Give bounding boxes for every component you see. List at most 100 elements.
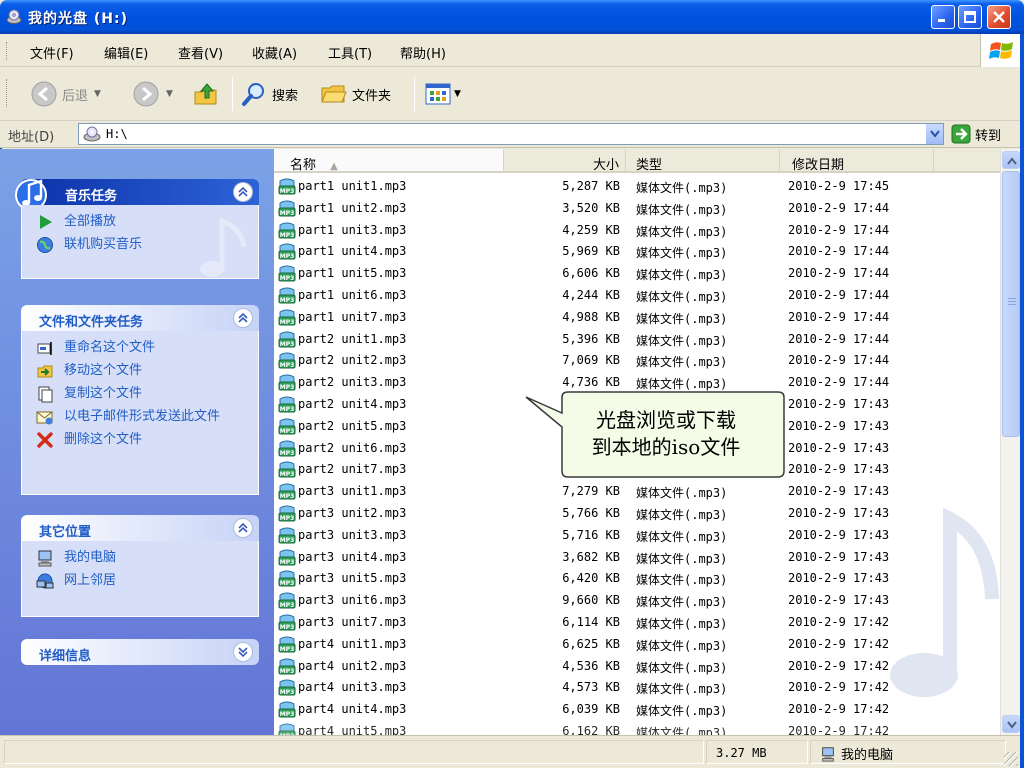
up-folder-icon: [194, 83, 217, 105]
menu-edit[interactable]: 编辑(E): [104, 43, 148, 62]
file-row[interactable]: MP3 part3 unit2.mp3 5,766 KB 媒体文件(.mp3) 2010…: [274, 502, 1000, 524]
music-tasks-header[interactable]: 音乐任务: [15, 179, 259, 211]
address-dropdown-button[interactable]: [925, 124, 943, 144]
file-row[interactable]: MP3 part2 unit3.mp3 4,736 KB 媒体文件(.mp3) 2010…: [274, 371, 1000, 393]
task-copy-file[interactable]: 复制这个文件: [36, 385, 252, 403]
vertical-scrollbar[interactable]: [1000, 149, 1020, 735]
menu-view[interactable]: 查看(V): [178, 43, 223, 62]
file-row[interactable]: MP3 part4 unit1.mp3 6,625 KB 媒体文件(.mp3) 2010…: [274, 633, 1000, 655]
delete-icon: [37, 432, 53, 448]
file-row[interactable]: MP3 part1 unit1.mp3 5,287 KB 媒体文件(.mp3) 2010…: [274, 175, 1000, 197]
music-tasks-collapse-button[interactable]: [233, 182, 253, 202]
minimize-icon: [938, 19, 945, 22]
file-tasks-body: 重命名这个文件 移动这个文件 复制这个文件 以电子邮件形式发送此文件 删除这个文…: [21, 331, 259, 495]
task-email-file[interactable]: 以电子邮件形式发送此文件: [36, 408, 252, 426]
callout-text: 光盘浏览或下载 到本地的iso文件: [566, 407, 766, 461]
file-row[interactable]: MP3 part3 unit5.mp3 6,420 KB 媒体文件(.mp3) 2010…: [274, 567, 1000, 589]
file-date: 2010-2-9 17:43: [788, 593, 890, 608]
other-places-collapse-button[interactable]: [233, 518, 253, 538]
task-buy-music-label: 联机购买音乐: [64, 237, 143, 252]
other-places-header[interactable]: 其它位置: [21, 515, 259, 541]
views-button[interactable]: ▼: [424, 79, 461, 109]
mp3-file-icon: MP3: [278, 309, 296, 326]
resize-grip[interactable]: [1004, 752, 1018, 766]
file-size: 5,287 KB: [562, 179, 620, 193]
menu-file[interactable]: 文件(F): [30, 43, 74, 62]
file-type: 媒体文件(.mp3): [636, 377, 728, 392]
column-header-date[interactable]: 修改日期: [780, 149, 934, 173]
file-row[interactable]: MP3 part1 unit3.mp3 4,259 KB 媒体文件(.mp3) 2010…: [274, 219, 1000, 241]
file-type: 媒体文件(.mp3): [636, 573, 728, 588]
file-tasks-collapse-button[interactable]: [233, 308, 253, 328]
file-date: 2010-2-9 17:45: [788, 179, 890, 193]
place-my-computer[interactable]: 我的电脑: [36, 549, 252, 567]
file-row[interactable]: MP3 part3 unit7.mp3 6,114 KB 媒体文件(.mp3) 2010…: [274, 611, 1000, 633]
close-button[interactable]: [987, 5, 1011, 29]
file-type: 媒体文件(.mp3): [636, 246, 728, 261]
go-button[interactable]: 转到: [951, 124, 1001, 144]
file-row[interactable]: MP3 part2 unit2.mp3 7,069 KB 媒体文件(.mp3) 2010…: [274, 349, 1000, 371]
search-button[interactable]: 搜索: [240, 79, 298, 109]
title-bar[interactable]: 我的光盘 (H:): [0, 0, 1024, 34]
menu-help[interactable]: 帮助(H): [400, 43, 446, 62]
music-note-watermark-icon: [200, 217, 247, 277]
menu-grip[interactable]: [6, 42, 9, 60]
back-button[interactable]: 后退 ▼: [30, 79, 101, 109]
mp3-file-icon: MP3: [278, 243, 296, 260]
file-row[interactable]: MP3 part3 unit1.mp3 7,279 KB 媒体文件(.mp3) 2010…: [274, 480, 1000, 502]
status-segment-main: [4, 740, 704, 764]
file-row[interactable]: MP3 part4 unit3.mp3 4,573 KB 媒体文件(.mp3) 2010…: [274, 676, 1000, 698]
views-dropdown-icon[interactable]: ▼: [454, 89, 461, 99]
my-computer-icon: [38, 550, 52, 567]
column-header-size[interactable]: 大小: [504, 149, 626, 173]
file-row[interactable]: MP3 part1 unit2.mp3 3,520 KB 媒体文件(.mp3) 2010…: [274, 197, 1000, 219]
svg-text:MP3: MP3: [280, 471, 295, 478]
minimize-button[interactable]: [931, 5, 955, 29]
file-row[interactable]: MP3 part4 unit2.mp3 4,536 KB 媒体文件(.mp3) 2010…: [274, 655, 1000, 677]
status-location: 我的电脑: [820, 744, 893, 763]
svg-text:MP3: MP3: [280, 602, 295, 609]
forward-button[interactable]: ▼: [132, 79, 173, 109]
menu-tools[interactable]: 工具(T): [328, 43, 372, 62]
up-folder-button[interactable]: [192, 79, 220, 109]
address-input[interactable]: H:\: [78, 123, 944, 145]
details-header[interactable]: 详细信息: [21, 639, 259, 665]
column-header-name[interactable]: 名称 ▲: [274, 149, 504, 173]
task-move-file[interactable]: 移动这个文件: [36, 362, 252, 380]
folders-button[interactable]: 文件夹: [320, 79, 391, 109]
forward-dropdown-icon[interactable]: ▼: [166, 89, 173, 99]
file-row[interactable]: MP3 part1 unit7.mp3 4,988 KB 媒体文件(.mp3) 2010…: [274, 306, 1000, 328]
toolbar-grip[interactable]: [6, 79, 9, 107]
music-tasks-title: 音乐任务: [65, 189, 118, 204]
mp3-file-icon: MP3: [278, 701, 296, 718]
file-type: 媒体文件(.mp3): [636, 551, 728, 566]
file-row[interactable]: MP3 part1 unit6.mp3 4,244 KB 媒体文件(.mp3) 2010…: [274, 284, 1000, 306]
scroll-up-button[interactable]: [1002, 151, 1020, 169]
file-row[interactable]: MP3 part3 unit6.mp3 9,660 KB 媒体文件(.mp3) 2010…: [274, 589, 1000, 611]
file-row[interactable]: MP3part4 unit5.mp3 6,162 KB 媒体文件(.mp3) 2010…: [274, 720, 1000, 735]
file-date: 2010-2-9 17:44: [788, 222, 890, 237]
address-value: H:\: [106, 127, 128, 141]
scroll-thumb[interactable]: [1002, 171, 1020, 437]
file-tasks-title: 文件和文件夹任务: [39, 315, 144, 330]
file-tasks-header[interactable]: 文件和文件夹任务: [21, 305, 259, 331]
file-row[interactable]: MP3 part3 unit3.mp3 5,716 KB 媒体文件(.mp3) 2010…: [274, 524, 1000, 546]
svg-text:MP3: MP3: [280, 253, 295, 260]
file-row[interactable]: MP3 part1 unit4.mp3 5,969 KB 媒体文件(.mp3) 2010…: [274, 240, 1000, 262]
scroll-down-button[interactable]: [1002, 715, 1020, 733]
file-row[interactable]: MP3 part4 unit4.mp3 6,039 KB 媒体文件(.mp3) 2010…: [274, 698, 1000, 720]
menu-favorites[interactable]: 收藏(A): [252, 43, 297, 62]
place-network[interactable]: 网上邻居: [36, 572, 252, 590]
file-row[interactable]: MP3 part3 unit4.mp3 3,682 KB 媒体文件(.mp3) 2010…: [274, 546, 1000, 568]
file-size: 9,660 KB: [562, 593, 620, 608]
task-rename-file[interactable]: 重命名这个文件: [36, 339, 252, 357]
file-row[interactable]: MP3 part1 unit5.mp3 6,606 KB 媒体文件(.mp3) 2010…: [274, 262, 1000, 284]
file-date: 2010-2-9 17:42: [788, 658, 890, 673]
maximize-button[interactable]: [958, 5, 982, 29]
file-row[interactable]: MP3 part2 unit1.mp3 5,396 KB 媒体文件(.mp3) 2010…: [274, 328, 1000, 350]
file-size: 5,716 KB: [562, 527, 620, 542]
task-delete-file[interactable]: 删除这个文件: [36, 431, 252, 449]
details-expand-button[interactable]: [233, 642, 253, 662]
column-header-type[interactable]: 类型: [626, 149, 780, 173]
back-dropdown-icon[interactable]: ▼: [94, 89, 101, 99]
